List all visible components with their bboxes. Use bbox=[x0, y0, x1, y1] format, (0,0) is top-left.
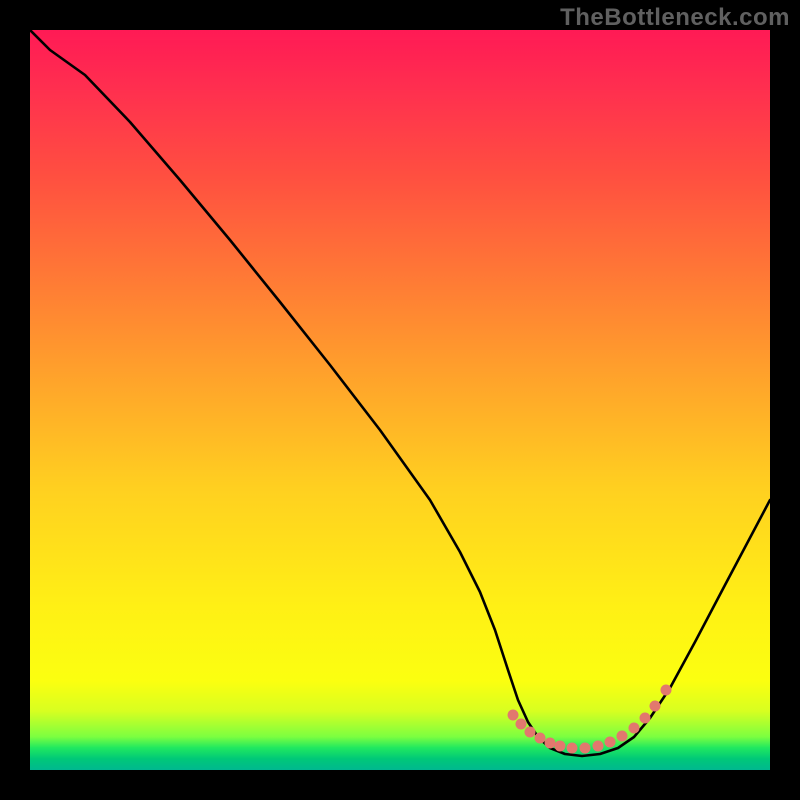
marker-dot bbox=[555, 741, 566, 752]
marker-dot bbox=[617, 731, 628, 742]
marker-dot bbox=[508, 710, 519, 721]
marker-dot bbox=[525, 727, 536, 738]
marker-dot bbox=[640, 713, 651, 724]
marker-dot bbox=[593, 741, 604, 752]
markers-layer bbox=[30, 30, 770, 770]
plot-area bbox=[30, 30, 770, 770]
marker-dot bbox=[661, 685, 672, 696]
chart-container: TheBottleneck.com bbox=[0, 0, 800, 800]
marker-dot bbox=[545, 738, 556, 749]
marker-dot bbox=[580, 743, 591, 754]
marker-dot bbox=[605, 737, 616, 748]
marker-dot bbox=[535, 733, 546, 744]
marker-dot bbox=[516, 719, 527, 730]
marker-dot bbox=[567, 743, 578, 754]
marker-dot bbox=[629, 723, 640, 734]
marker-dot bbox=[650, 701, 661, 712]
watermark-text: TheBottleneck.com bbox=[560, 4, 790, 32]
marker-dots bbox=[508, 685, 672, 754]
